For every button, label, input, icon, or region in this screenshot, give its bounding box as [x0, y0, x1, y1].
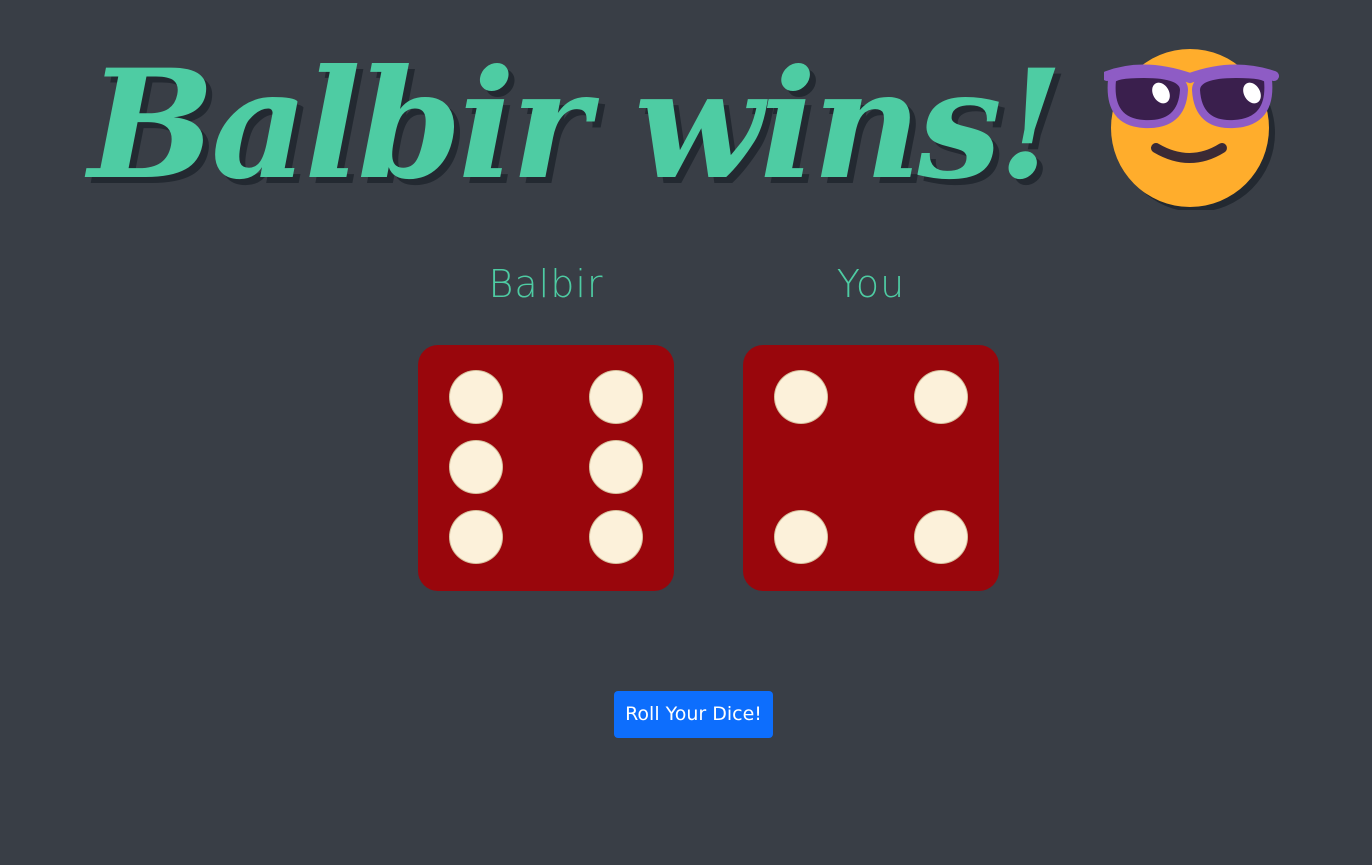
winner-title: Balbir wins! — [88, 37, 1064, 213]
die-pip — [450, 371, 502, 423]
die-pip — [590, 511, 642, 563]
die-pip — [915, 511, 967, 563]
die-pip — [775, 511, 827, 563]
die-pip — [450, 511, 502, 563]
die-pip — [915, 371, 967, 423]
die-you — [743, 345, 999, 591]
roll-dice-button[interactable]: Roll Your Dice! — [614, 691, 773, 738]
die-balbir — [418, 345, 674, 591]
player-name-you: You — [836, 262, 906, 306]
die-pip — [590, 441, 642, 493]
result-heading: Balbir wins! — [0, 40, 1372, 210]
die-pip — [590, 371, 642, 423]
sunglasses-smiley-icon — [1103, 49, 1279, 210]
game-page: Balbir wins! Balbir You Roll Your Dice! — [0, 0, 1372, 865]
player-name-balbir: Balbir — [488, 262, 604, 306]
die-pip — [775, 371, 827, 423]
die-pip — [450, 441, 502, 493]
